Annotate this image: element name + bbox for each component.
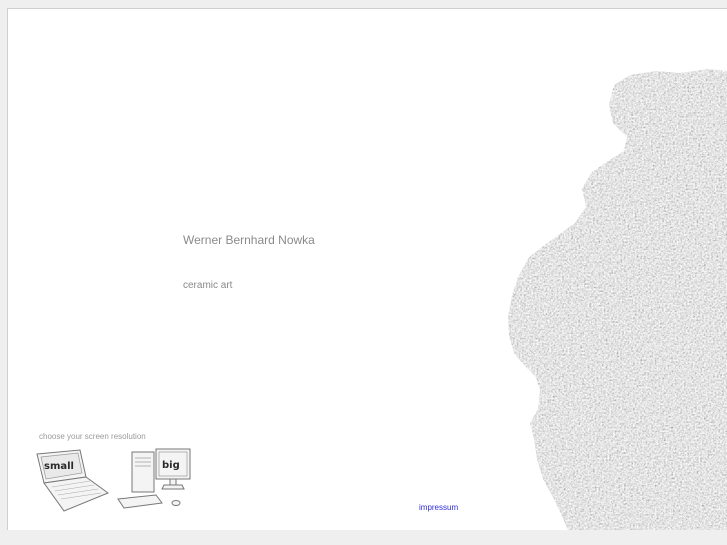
small-label: small [44, 461, 74, 472]
big-resolution-button[interactable]: big [116, 447, 192, 513]
resolution-prompt: choose your screen resolution [39, 432, 146, 441]
small-resolution-button[interactable]: small [34, 447, 112, 513]
page-canvas: Werner Bernhard Nowka ceramic art choose… [7, 8, 727, 530]
tagline: ceramic art [183, 280, 233, 291]
desktop-computer-icon: big [117, 448, 191, 509]
artist-name: Werner Bernhard Nowka [183, 233, 315, 247]
impressum-link[interactable]: impressum [419, 503, 458, 512]
laptop-icon: small [36, 449, 110, 512]
big-label: big [162, 460, 180, 471]
